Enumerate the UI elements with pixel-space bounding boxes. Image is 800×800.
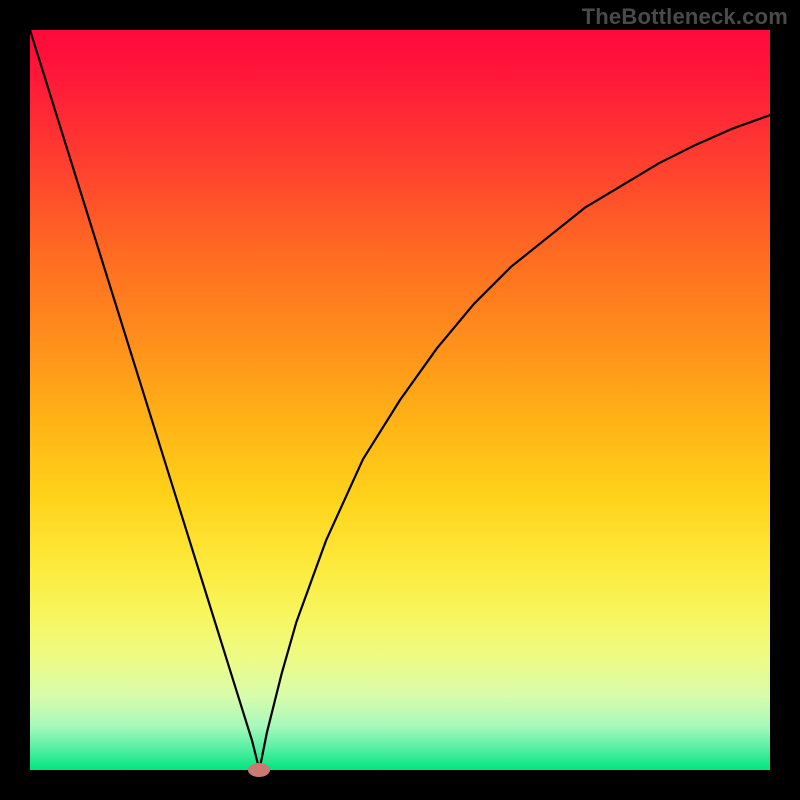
minimum-marker — [248, 763, 270, 777]
watermark-label: TheBottleneck.com — [582, 4, 788, 30]
chart-frame: TheBottleneck.com — [0, 0, 800, 800]
bottleneck-curve — [30, 30, 770, 770]
plot-area — [30, 30, 770, 770]
